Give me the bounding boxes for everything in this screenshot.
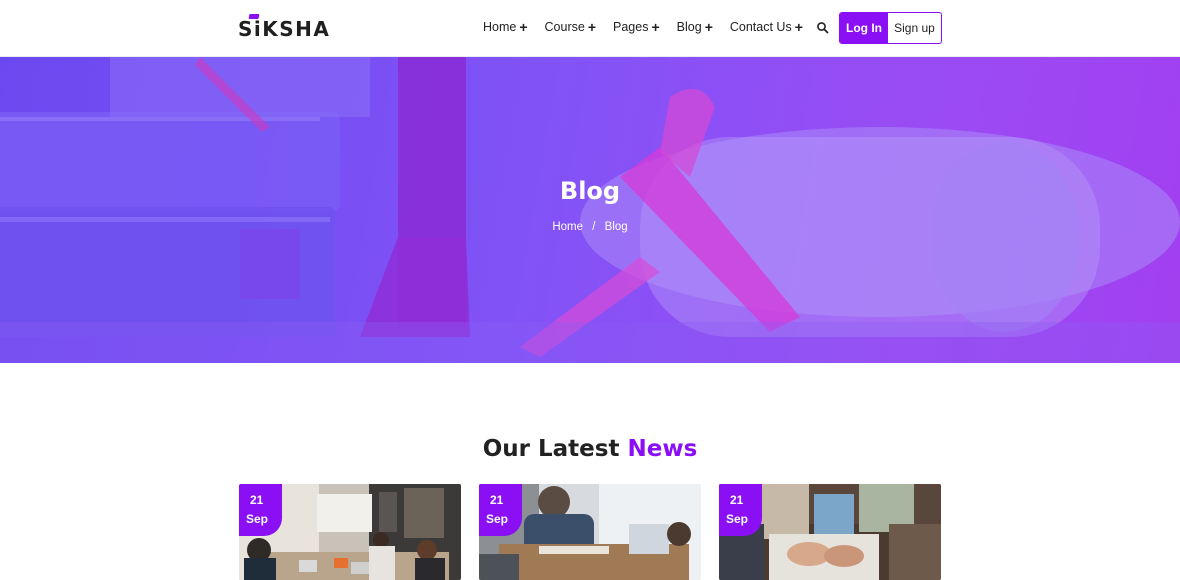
- nav-item-blog[interactable]: Blog +: [677, 20, 713, 34]
- main-nav: Home + Course + Pages + Blog + Contact U…: [483, 20, 803, 34]
- graduation-background-image: [0, 57, 1180, 363]
- nav-label: Blog: [676, 20, 702, 34]
- nav-label: Course: [544, 20, 585, 34]
- date-badge: 21 Sep: [479, 484, 522, 536]
- nav-item-contact[interactable]: Contact Us +: [730, 20, 803, 34]
- graduation-cap-icon: [248, 14, 260, 19]
- date-day: 21: [250, 493, 264, 507]
- nav-item-course[interactable]: Course +: [545, 20, 596, 34]
- breadcrumb-separator: /: [592, 221, 596, 233]
- plus-icon: +: [704, 19, 713, 35]
- date-month: Sep: [486, 512, 509, 526]
- news-card[interactable]: 21 Sep: [479, 484, 701, 580]
- nav-item-pages[interactable]: Pages +: [613, 20, 660, 34]
- page-title: Blog: [559, 177, 621, 205]
- page-banner: Blog Home / Blog: [0, 57, 1180, 363]
- plus-icon: +: [651, 19, 660, 35]
- signup-button[interactable]: Sign up: [888, 13, 941, 43]
- nav-item-home[interactable]: Home +: [483, 20, 528, 34]
- date-day: 21: [490, 493, 504, 507]
- date-badge: 21 Sep: [719, 484, 762, 536]
- nav-label: Contact Us: [729, 20, 792, 34]
- breadcrumb-home[interactable]: Home: [552, 221, 583, 233]
- news-card[interactable]: 21 Sep: [239, 484, 461, 580]
- news-card[interactable]: 21 Sep: [719, 484, 941, 580]
- date-month: Sep: [726, 512, 749, 526]
- section-heading-accent: News: [627, 436, 698, 462]
- date-badge: 21 Sep: [239, 484, 282, 536]
- breadcrumb-current: Blog: [604, 221, 628, 233]
- nav-label: Pages: [613, 20, 649, 34]
- site-logo[interactable]: SiKSHA: [238, 14, 331, 41]
- nav-label: Home: [483, 20, 517, 34]
- date-month: Sep: [246, 512, 269, 526]
- login-button[interactable]: Log In: [840, 13, 888, 43]
- search-icon[interactable]: [816, 21, 830, 35]
- section-heading-main: Our Latest: [482, 436, 620, 462]
- top-header: SiKSHA Home + Course + Pages + Blog + Co…: [0, 0, 1180, 57]
- date-day: 21: [730, 493, 744, 507]
- plus-icon: +: [587, 19, 597, 35]
- breadcrumb: Home / Blog: [0, 221, 1180, 233]
- section-heading: Our Latest News: [0, 436, 1180, 462]
- auth-buttons: Log In Sign up: [839, 12, 942, 44]
- logo-text: SiKSHA: [238, 17, 331, 41]
- plus-icon: +: [519, 19, 528, 35]
- plus-icon: +: [794, 19, 803, 35]
